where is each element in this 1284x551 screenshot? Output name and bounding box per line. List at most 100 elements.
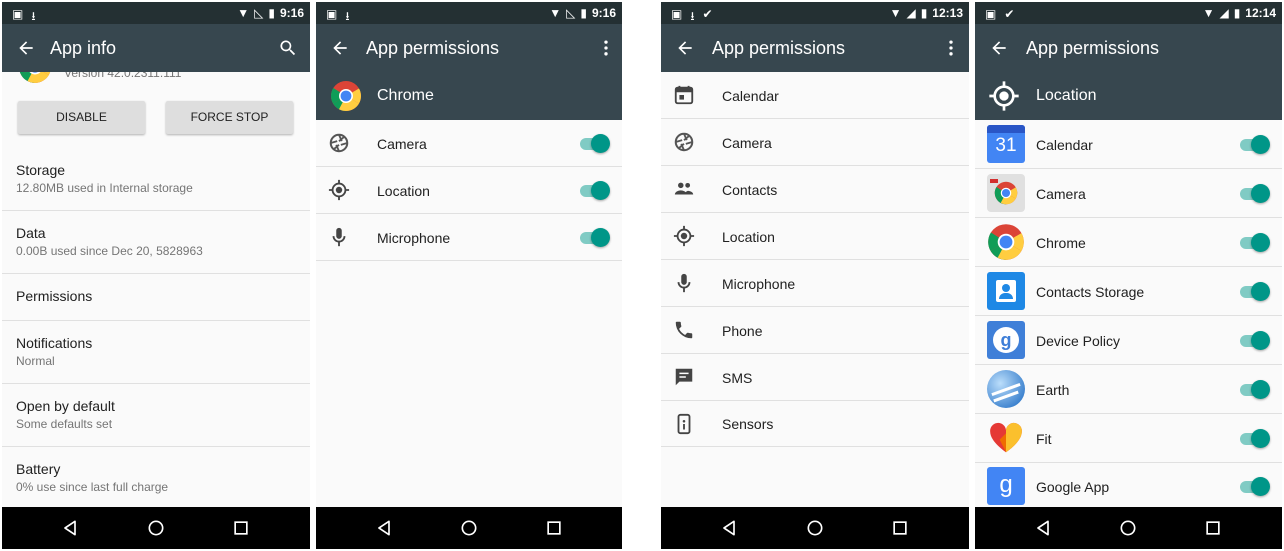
permission-group-microphone[interactable]: Microphone [661, 260, 969, 307]
screen-app-info: ▣ ⭳ ▼ ◺ ▮ 9:16 App info Version 42.0.2311.11… [2, 2, 310, 549]
permission-label: Phone [722, 323, 763, 339]
app-row-device-policy[interactable]: g Device Policy [975, 316, 1282, 365]
force-stop-button[interactable]: FORCE STOP [166, 101, 293, 134]
storage-item[interactable]: Storage 12.80MB used in Internal storage [2, 148, 310, 211]
permission-label: Microphone [377, 230, 451, 246]
nav-home-icon[interactable] [1118, 518, 1138, 538]
google-app-icon: g [987, 467, 1025, 505]
page-title: App info [50, 38, 117, 58]
permission-group-contacts[interactable]: Contacts [661, 166, 969, 213]
app-label: Contacts Storage [1036, 284, 1145, 300]
permission-group-location[interactable]: Location [661, 213, 969, 260]
permission-row-location[interactable]: Location [316, 167, 622, 214]
app-row-fit[interactable]: Fit [975, 414, 1282, 463]
app-row-camera[interactable]: Camera [975, 169, 1282, 218]
fit-toggle[interactable] [1238, 427, 1270, 449]
back-arrow-icon[interactable] [675, 38, 695, 58]
calendar-toggle[interactable] [1238, 133, 1270, 155]
status-time: 12:13 [932, 6, 963, 20]
contacts-storage-toggle[interactable] [1238, 280, 1270, 302]
nav-recents-icon[interactable] [544, 518, 564, 538]
more-options-icon[interactable] [941, 38, 961, 58]
nav-recents-icon[interactable] [231, 518, 251, 538]
nav-back-icon[interactable] [60, 518, 80, 538]
battery-subtitle: 0% use since last full charge [16, 480, 169, 494]
permission-group-calendar[interactable]: Calendar [661, 72, 969, 119]
open-by-default-item[interactable]: Open by default Some defaults set [2, 384, 310, 447]
app-row-earth[interactable]: Earth [975, 365, 1282, 414]
page-title: App permissions [1026, 38, 1160, 58]
nav-home-icon[interactable] [805, 518, 825, 538]
app-row-calendar[interactable]: 31 Calendar [975, 120, 1282, 169]
google-app-toggle[interactable] [1238, 475, 1270, 497]
chrome-toggle[interactable] [1238, 231, 1270, 253]
battery-item[interactable]: Battery 0% use since last full charge [2, 447, 310, 507]
sms-icon [673, 366, 695, 388]
battery-icon: ▮ [268, 6, 275, 20]
tasks-notification-icon: ✔ [1004, 7, 1015, 21]
calendar-day: 31 [995, 135, 1017, 156]
app-label: Google App [1036, 479, 1110, 495]
screen-location-apps: ▣ ✔ ▼ ◢ ▮ 12:14 App permissions Location 31 … [975, 2, 1282, 549]
app-label: Calendar [1036, 137, 1093, 153]
more-options-icon[interactable] [596, 38, 616, 58]
contacts-storage-app-icon [987, 272, 1025, 310]
nav-back-icon[interactable] [374, 518, 394, 538]
permission-row-camera[interactable]: Camera [316, 120, 622, 167]
wifi-icon: ▼ [549, 6, 562, 20]
app-name: Chrome [377, 87, 434, 104]
permission-label: SMS [722, 370, 753, 386]
status-time: 9:16 [591, 6, 616, 20]
data-item[interactable]: Data 0.00B used since Dec 20, 5828963 [2, 211, 310, 274]
nav-home-icon[interactable] [146, 518, 166, 538]
permission-group-sms[interactable]: SMS [661, 354, 969, 401]
camera-toggle[interactable] [1238, 182, 1270, 204]
permission-group-camera[interactable]: Camera [661, 119, 969, 166]
app-label: Device Policy [1036, 333, 1121, 349]
device-policy-app-icon: g [987, 321, 1025, 359]
contacts-icon [673, 178, 695, 200]
permission-group-sensors[interactable]: Sensors [661, 401, 969, 447]
back-arrow-icon[interactable] [16, 38, 36, 58]
app-row-chrome[interactable]: Chrome [975, 218, 1282, 267]
nav-bar [975, 507, 1282, 549]
camera-toggle[interactable] [578, 132, 610, 154]
nav-bar [2, 507, 310, 549]
permission-label: Sensors [722, 416, 774, 432]
toolbar: App info [2, 24, 310, 72]
toolbar: App permissions [975, 24, 1282, 72]
permission-label: Location [377, 183, 430, 199]
app-label: Earth [1036, 382, 1070, 398]
app-label: Chrome [1036, 235, 1086, 251]
calendar-icon [673, 84, 695, 106]
notifications-subtitle: Normal [16, 354, 55, 368]
camera-icon [328, 132, 350, 154]
nav-back-icon[interactable] [1033, 518, 1053, 538]
nav-recents-icon[interactable] [1203, 518, 1223, 538]
microphone-icon [673, 272, 695, 294]
nav-back-icon[interactable] [719, 518, 739, 538]
data-title: Data [16, 225, 46, 241]
permission-group-phone[interactable]: Phone [661, 307, 969, 354]
permissions-item[interactable]: Permissions [2, 274, 310, 321]
nav-bar [661, 507, 969, 549]
app-row-contacts-storage[interactable]: Contacts Storage [975, 267, 1282, 316]
location-icon [673, 225, 695, 247]
back-arrow-icon[interactable] [989, 38, 1009, 58]
search-icon[interactable] [278, 38, 298, 58]
notifications-item[interactable]: Notifications Normal [2, 321, 310, 384]
nav-recents-icon[interactable] [890, 518, 910, 538]
app-label: Fit [1036, 431, 1052, 447]
disable-button[interactable]: DISABLE [18, 101, 145, 134]
app-row-google-app[interactable]: g Google App [975, 463, 1282, 507]
nav-home-icon[interactable] [459, 518, 479, 538]
location-toggle[interactable] [578, 179, 610, 201]
back-arrow-icon[interactable] [330, 38, 350, 58]
permission-label: Calendar [722, 88, 779, 104]
permission-row-microphone[interactable]: Microphone [316, 214, 622, 261]
wifi-icon: ▼ [1202, 6, 1215, 20]
microphone-toggle[interactable] [578, 226, 610, 248]
device-policy-toggle[interactable] [1238, 329, 1270, 351]
calendar-app-icon: 31 [987, 125, 1025, 163]
earth-toggle[interactable] [1238, 378, 1270, 400]
